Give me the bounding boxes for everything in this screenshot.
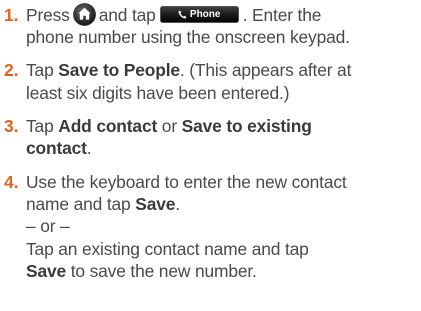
step-number: 4. xyxy=(4,172,19,192)
step-number: 2. xyxy=(4,60,19,80)
step-2-text: . (This appears after at xyxy=(179,60,352,80)
step-3-bold-text: Add contact xyxy=(58,116,158,136)
step-2-text: Tap xyxy=(26,60,59,80)
step-4-or-separator: – or – xyxy=(26,216,70,236)
phone-handset-icon xyxy=(178,10,187,19)
step-1-text: Press xyxy=(26,5,70,25)
step-1-text: . Enter the xyxy=(242,5,322,25)
step-1-line-1: Press and tap Phone . Enter the xyxy=(26,3,322,26)
step-3-text: Tap xyxy=(26,116,59,136)
step-4-line-1: Use the keyboard to enter the new contac… xyxy=(26,172,347,192)
step-4-line-4: Tap an existing contact name and tap xyxy=(26,239,309,259)
step-3-line-1: Tap Add contact or Save to existing xyxy=(26,115,312,137)
step-3-text: . xyxy=(86,138,92,158)
step-number: 1. xyxy=(4,5,19,25)
step-number: 3. xyxy=(4,116,19,136)
instructions-document: 1. Press and tap Phone . Enter the phone … xyxy=(0,0,421,311)
step-1-text: and tap xyxy=(98,5,156,25)
step-4-line-2: name and tap Save. xyxy=(26,193,180,215)
phone-button-label: Phone xyxy=(189,8,221,20)
step-4-bold-text: Save xyxy=(135,194,176,214)
step-2-line-1: Tap Save to People. (This appears after … xyxy=(26,59,351,81)
step-2-bold-text: Save to People xyxy=(58,60,180,80)
step-3-bold-text: Save to existing xyxy=(181,116,312,136)
step-4-text: . xyxy=(175,194,180,214)
step-4-text: to save the new number. xyxy=(66,261,257,281)
step-3-text: or xyxy=(157,116,182,136)
home-icon xyxy=(72,3,96,26)
step-1-line-2: phone number using the onscreen keypad. xyxy=(26,27,350,47)
step-3-line-2: contact. xyxy=(26,137,92,159)
phone-button: Phone xyxy=(159,6,239,24)
step-4-bold-text: Save xyxy=(26,261,67,281)
step-4-line-5: Save to save the new number. xyxy=(26,260,257,282)
step-3-bold-text: contact xyxy=(26,138,87,158)
step-2-line-2: least six digits have been entered.) xyxy=(26,83,290,103)
step-4-text: name and tap xyxy=(26,194,136,214)
